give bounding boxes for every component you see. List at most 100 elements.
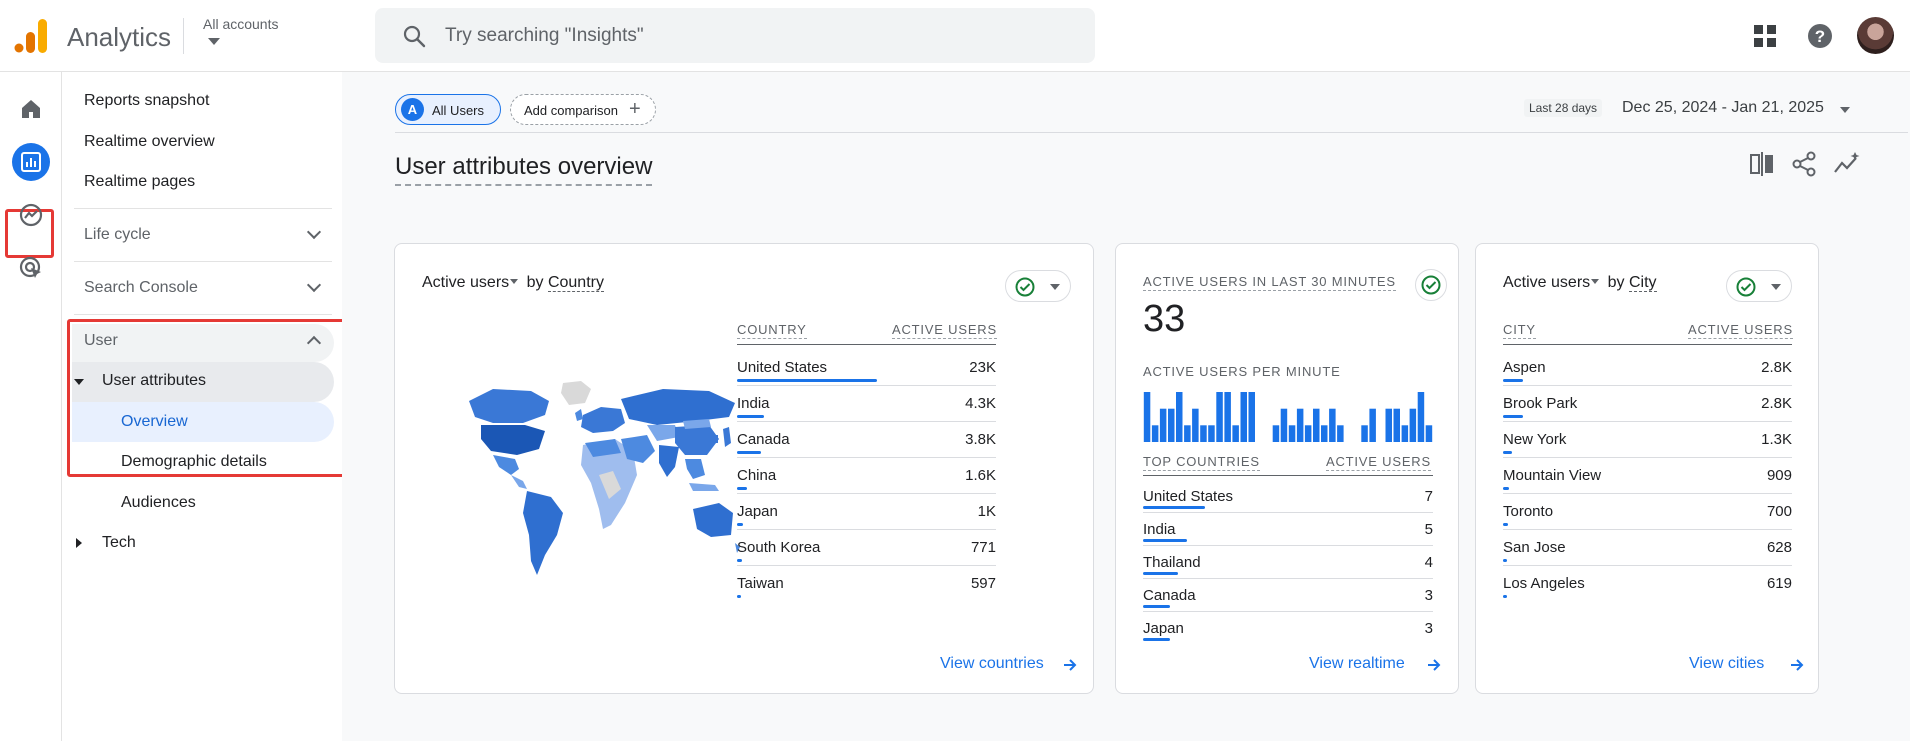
minute-bar[interactable] — [1385, 408, 1393, 442]
nav-tech[interactable]: Tech — [102, 534, 136, 552]
column-header-active-users[interactable]: ACTIVE USERS — [1326, 454, 1431, 471]
row-divider — [1503, 385, 1792, 386]
minute-bar[interactable] — [1232, 425, 1239, 442]
map-greenland — [561, 381, 591, 405]
all-users-chip[interactable]: A All Users — [395, 94, 501, 125]
arrow-right-icon[interactable] — [1427, 658, 1441, 672]
apps-grid-icon[interactable] — [1753, 24, 1777, 48]
row-share-bar — [1503, 523, 1508, 526]
minute-bar[interactable] — [1337, 425, 1344, 442]
date-dropdown-icon[interactable] — [1840, 107, 1850, 113]
minute-bar[interactable] — [1329, 408, 1336, 442]
per-minute-chart[interactable] — [1143, 392, 1433, 442]
column-header-top-countries[interactable]: TOP COUNTRIES — [1143, 454, 1260, 471]
dimension-selector[interactable]: Country — [547, 274, 604, 292]
minute-bar[interactable] — [1417, 392, 1425, 442]
minute-bar[interactable] — [1248, 392, 1256, 442]
search-input[interactable] — [445, 8, 1065, 63]
minute-bar[interactable] — [1143, 392, 1151, 442]
nav-section-search-console[interactable]: Search Console — [84, 279, 198, 297]
minute-bar[interactable] — [1208, 425, 1215, 442]
minute-bar[interactable] — [1240, 392, 1248, 442]
explore-icon — [19, 203, 43, 227]
minute-bar[interactable] — [1425, 425, 1433, 442]
rail-advertising-button[interactable] — [12, 249, 50, 287]
minute-bar[interactable] — [1176, 392, 1183, 442]
view-cities-link[interactable]: View cities — [1689, 655, 1764, 673]
minute-bar[interactable] — [1216, 392, 1223, 442]
nav-reports-snapshot[interactable]: Reports snapshot — [84, 92, 209, 110]
minute-bar[interactable] — [1280, 408, 1288, 442]
row-share-bar — [1503, 451, 1513, 454]
date-range-preset[interactable]: Last 28 days — [1524, 99, 1603, 117]
minute-bar[interactable] — [1296, 408, 1304, 442]
arrow-right-icon[interactable] — [1063, 658, 1077, 672]
view-realtime-link[interactable]: View realtime — [1309, 655, 1405, 673]
minute-bar[interactable] — [1369, 408, 1376, 442]
metric-selector[interactable]: Active users — [1503, 274, 1590, 291]
add-comparison-button[interactable]: Add comparison + — [510, 94, 656, 125]
column-header-city[interactable]: CITY — [1503, 322, 1536, 339]
data-quality-button[interactable] — [1415, 269, 1447, 301]
minute-bar[interactable] — [1288, 425, 1296, 442]
realtime-title[interactable]: ACTIVE USERS IN LAST 30 MINUTES — [1143, 274, 1396, 291]
search-box[interactable] — [375, 8, 1095, 63]
arrow-right-icon[interactable] — [1790, 658, 1804, 672]
data-quality-button[interactable] — [1726, 270, 1792, 302]
rail-reports-button[interactable] — [12, 143, 50, 181]
compare-icon[interactable] — [1748, 150, 1776, 178]
dimension-selector[interactable]: City — [1628, 274, 1657, 292]
account-dropdown-icon[interactable] — [208, 38, 220, 45]
metric-dropdown-icon[interactable] — [1591, 279, 1600, 285]
minute-bar[interactable] — [1313, 408, 1320, 442]
insights-icon[interactable] — [1833, 150, 1861, 178]
column-header-active-users[interactable]: ACTIVE USERS — [1688, 322, 1793, 339]
minute-bar[interactable] — [1168, 408, 1175, 442]
chevron-down-icon[interactable] — [306, 224, 322, 240]
minute-bar[interactable] — [1393, 408, 1401, 442]
plus-icon: + — [629, 98, 641, 120]
minute-bar[interactable] — [1361, 425, 1368, 442]
view-countries-link[interactable]: View countries — [940, 655, 1044, 673]
minute-bar[interactable] — [1192, 408, 1199, 442]
rail-home-button[interactable] — [12, 90, 50, 128]
data-quality-button[interactable] — [1005, 270, 1071, 302]
nav-realtime-overview[interactable]: Realtime overview — [84, 133, 215, 151]
metric-dropdown-icon[interactable] — [510, 279, 519, 285]
minute-bar[interactable] — [1184, 425, 1191, 442]
minute-bar[interactable] — [1272, 425, 1280, 442]
expand-triangle-icon[interactable] — [76, 538, 82, 548]
rail-explore-button[interactable] — [12, 196, 50, 234]
app-title[interactable]: Analytics — [67, 22, 171, 53]
nav-section-life-cycle[interactable]: Life cycle — [84, 226, 151, 244]
row-value: 3.8K — [965, 431, 996, 448]
analytics-logo-icon[interactable] — [14, 18, 48, 54]
minute-bar[interactable] — [1200, 425, 1207, 442]
minute-bar[interactable] — [1321, 425, 1328, 442]
world-map[interactable] — [453, 379, 741, 579]
nav-audiences[interactable]: Audiences — [121, 494, 196, 512]
nav-realtime-pages[interactable]: Realtime pages — [84, 173, 195, 191]
minute-bar[interactable] — [1304, 425, 1312, 442]
share-icon[interactable] — [1790, 150, 1818, 178]
row-divider — [737, 565, 996, 566]
column-header-country[interactable]: COUNTRY — [737, 322, 807, 339]
metric-selector[interactable]: Active users — [422, 274, 509, 291]
minute-bar[interactable] — [1159, 408, 1167, 442]
country-card-title: Active users by Country — [422, 274, 604, 292]
column-header-active-users[interactable]: ACTIVE USERS — [892, 322, 997, 339]
row-share-bar — [1143, 572, 1179, 575]
chevron-down-icon[interactable] — [306, 277, 322, 293]
help-icon[interactable]: ? — [1807, 23, 1833, 49]
minute-bar[interactable] — [1401, 425, 1409, 442]
row-name: Taiwan — [737, 575, 784, 592]
row-value: 771 — [970, 539, 996, 556]
row-share-bar — [1143, 638, 1170, 641]
account-selector[interactable]: All accounts — [203, 16, 278, 32]
avatar[interactable] — [1857, 17, 1894, 54]
minute-bar[interactable] — [1224, 392, 1231, 442]
minute-bar[interactable] — [1409, 408, 1417, 442]
date-range-picker[interactable]: Dec 25, 2024 - Jan 21, 2025 — [1622, 99, 1824, 117]
map-central-america — [511, 475, 527, 489]
minute-bar[interactable] — [1151, 425, 1159, 442]
